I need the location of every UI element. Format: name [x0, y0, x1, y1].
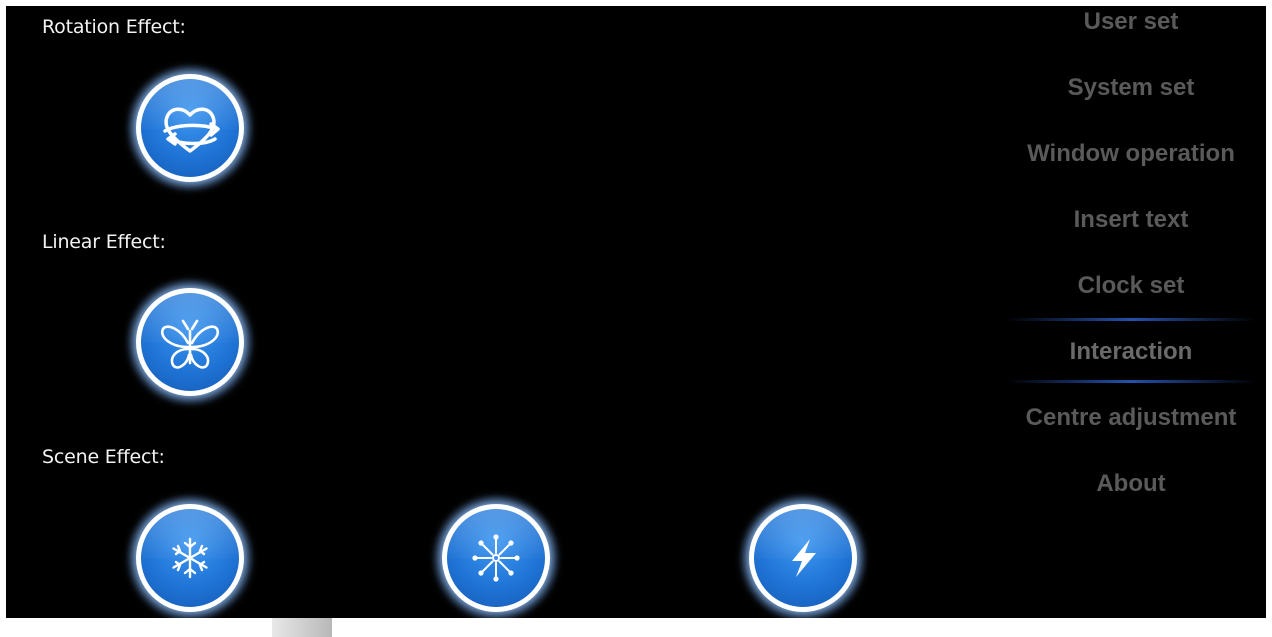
scene-firework-button[interactable]: [430, 492, 562, 618]
linear-effect-label: Linear Effect:: [42, 231, 166, 253]
snowflake-icon: [172, 537, 208, 579]
menu-item-about[interactable]: About: [996, 464, 1266, 504]
scene-effect-label: Scene Effect:: [42, 446, 165, 468]
scene-snowflake-button[interactable]: [124, 492, 256, 618]
rotation-effect-label: Rotation Effect:: [42, 16, 186, 38]
menu-item-clock-set[interactable]: Clock set: [996, 266, 1266, 306]
menu-item-window-operation[interactable]: Window operation: [996, 134, 1266, 174]
rotation-effect-button[interactable]: [124, 62, 256, 194]
bottom-edge-strip: [0, 618, 1272, 637]
bottom-edge-shape: [272, 618, 332, 637]
app-screen: Rotation Effect: Linear Effect: Scene Ef…: [6, 6, 1266, 618]
menu-item-insert-text[interactable]: Insert text: [996, 200, 1266, 240]
menu-item-user-set[interactable]: User set: [996, 6, 1266, 42]
settings-menu: User set System set Window operation Ins…: [996, 6, 1266, 526]
menu-item-interaction[interactable]: Interaction: [996, 332, 1266, 372]
butterfly-icon: [160, 319, 220, 369]
scene-lightning-button[interactable]: [737, 492, 869, 618]
heart-arrows-icon: [163, 107, 220, 153]
selection-indicator-top: [1006, 318, 1256, 321]
firework-icon: [472, 534, 520, 582]
menu-item-system-set[interactable]: System set: [996, 68, 1266, 108]
lightning-icon: [792, 539, 816, 577]
menu-item-centre-adjustment[interactable]: Centre adjustment: [996, 398, 1266, 438]
linear-effect-button[interactable]: [124, 276, 256, 408]
selection-indicator-bottom: [1006, 380, 1256, 383]
